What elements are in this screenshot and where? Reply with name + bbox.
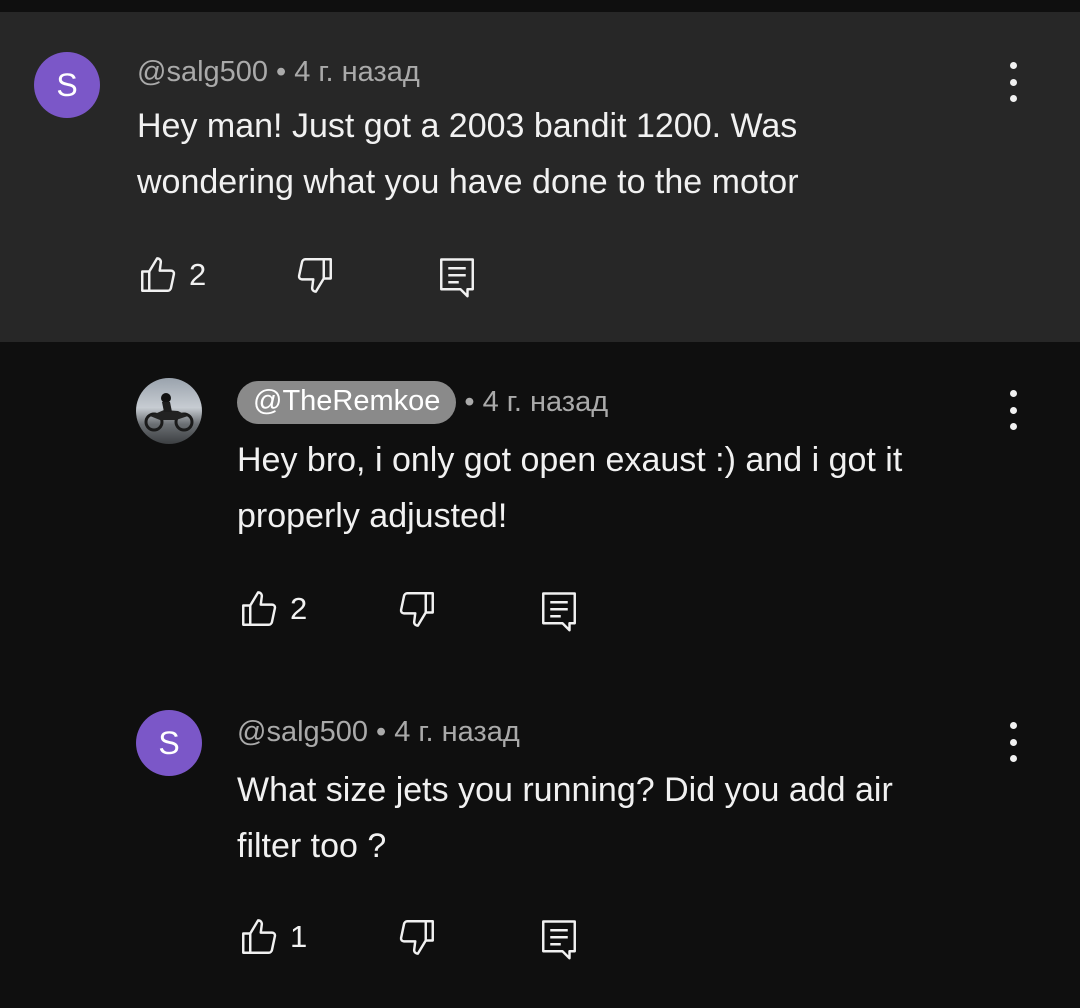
motorcycle-photo-icon [144, 393, 194, 432]
like-button[interactable]: 2 [137, 254, 206, 296]
comment-time: • 4 г. назад [376, 715, 520, 748]
dislike-button[interactable] [396, 588, 438, 630]
like-button[interactable]: 2 [238, 588, 307, 630]
comment-meta: @salg500 • 4 г. назад [237, 710, 520, 754]
like-count: 1 [290, 919, 308, 954]
thumb-down-icon [399, 920, 434, 955]
avatar[interactable]: S [34, 52, 100, 118]
thumb-up-icon [242, 919, 277, 954]
author-name[interactable]: @salg500 [137, 56, 268, 89]
thumb-down-icon [399, 592, 434, 627]
author-name[interactable]: @salg500 [237, 716, 368, 749]
dislike-button[interactable] [396, 916, 438, 958]
reply-comment-icon [542, 920, 576, 960]
more-vert-icon[interactable] [1003, 722, 1023, 762]
thumb-up-icon [242, 591, 277, 626]
avatar[interactable] [136, 378, 202, 444]
reply-comment: S @salg500 • 4 г. назад What size jets y… [0, 672, 1080, 1008]
comment-text: What size jets you running? Did you add … [237, 771, 893, 865]
top-strip [0, 0, 1080, 12]
thumb-down-icon [297, 258, 332, 293]
comment-text: Hey man! Just got a 2003 bandit 1200. Wa… [137, 107, 799, 201]
author-badge[interactable]: @TheRemkoe [237, 380, 457, 424]
comment-meta: @salg500 • 4 г. назад [137, 52, 420, 92]
reply-button[interactable] [436, 254, 478, 300]
thumb-up-icon [141, 257, 176, 292]
comment-time: • 4 г. назад [276, 55, 420, 88]
reply-button[interactable] [538, 588, 580, 634]
like-button[interactable]: 1 [238, 916, 307, 958]
more-vert-icon[interactable] [1003, 390, 1023, 430]
reply-button[interactable] [538, 916, 580, 962]
comment-time: • 4 г. назад [464, 385, 609, 418]
avatar[interactable]: S [136, 710, 202, 776]
more-vert-icon[interactable] [1003, 62, 1023, 102]
reply-comment-icon [440, 258, 474, 298]
dislike-button[interactable] [294, 254, 336, 296]
like-count: 2 [290, 591, 308, 626]
comment-text: Hey bro, i only got open exaust :) and i… [237, 441, 903, 535]
reply-comment-icon [542, 592, 576, 632]
like-count: 2 [189, 257, 207, 292]
avatar-letter: S [158, 724, 180, 761]
comment-highlighted: S @salg500 • 4 г. назад Hey man! Just go… [0, 12, 1080, 342]
comment-meta: @TheRemkoe • 4 г. назад [237, 378, 608, 426]
reply-comment: @TheRemkoe • 4 г. назад Hey bro, i only … [0, 342, 1080, 672]
avatar-letter: S [56, 66, 78, 103]
